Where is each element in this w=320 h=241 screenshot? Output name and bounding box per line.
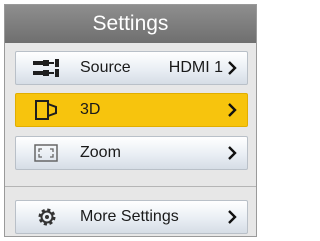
source-label: Source [80,59,131,76]
source-menu-item[interactable]: Source HDMI 1 [15,51,248,85]
settings-title: Settings [92,12,169,35]
menu-divider [5,186,256,187]
3d-menu-item[interactable]: 3D [15,93,248,127]
zoom-menu-item[interactable]: Zoom [15,136,248,170]
3d-label: 3D [80,101,101,118]
source-value: HDMI 1 [168,59,223,76]
chevron-right-icon [227,145,237,161]
chevron-right-icon [227,102,237,118]
settings-header: Settings [5,5,256,43]
gear-icon [30,205,64,229]
more-settings-menu-item[interactable]: More Settings [15,200,248,234]
settings-panel: Settings Source HDMI 1 3D Zoom More Sett… [4,4,257,237]
chevron-right-icon [227,209,237,225]
chevron-right-icon [227,60,237,76]
source-icon [30,56,64,80]
3d-icon [30,98,64,122]
zoom-icon [30,141,64,165]
zoom-label: Zoom [80,144,121,161]
more-settings-label: More Settings [80,208,179,225]
